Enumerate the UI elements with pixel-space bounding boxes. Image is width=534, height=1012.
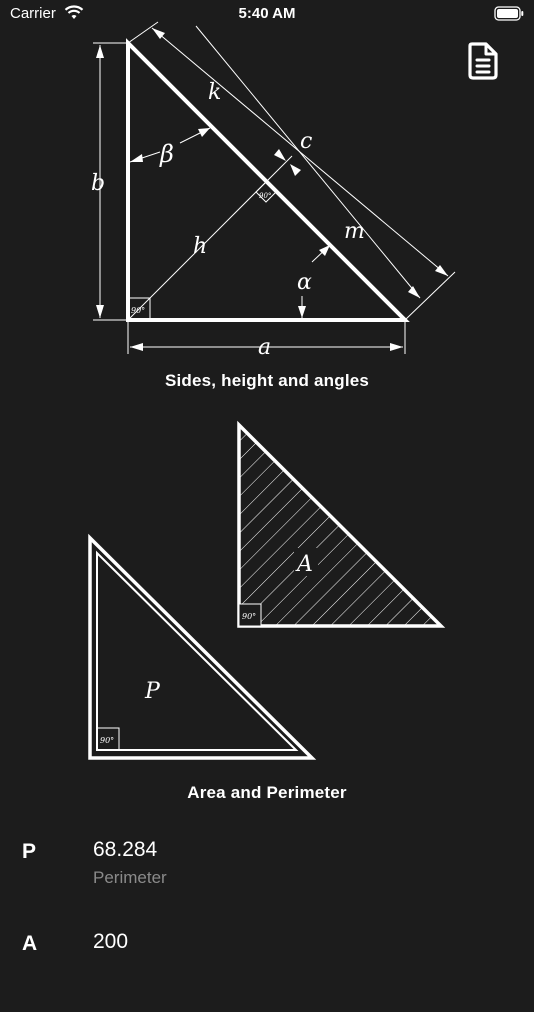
label-alpha: α [297, 270, 312, 295]
sides-height-angles-diagram: 90° 90° b β k c h m α a [91, 21, 456, 360]
label-h: h [193, 234, 207, 259]
label-perimeter: P [144, 679, 161, 704]
label-c: c [300, 129, 312, 154]
svg-text:90°: 90° [259, 192, 271, 200]
caption-sides: Sides, height and angles [164, 371, 370, 390]
label-area: A [295, 552, 313, 577]
area-perimeter-diagram: 90° A 90° P [88, 420, 446, 760]
result-row-perimeter[interactable]: P 68.284 Perimeter [0, 838, 534, 920]
result-symbol: A [22, 932, 38, 955]
label-b: b [91, 171, 105, 196]
battery-icon [494, 6, 524, 21]
result-label: Perimeter [93, 868, 167, 887]
label-beta: β [159, 140, 174, 168]
label-a: a [258, 335, 271, 360]
label-k: k [208, 80, 221, 105]
result-value: 68.284 [93, 838, 158, 861]
result-row-area[interactable]: A 200 [0, 930, 534, 1012]
caption-area-perimeter: Area and Perimeter [187, 783, 347, 802]
area-triangle [237, 420, 446, 628]
result-value: 200 [93, 930, 129, 953]
svg-text:90°: 90° [242, 612, 256, 621]
label-m: m [344, 219, 365, 244]
result-symbol: P [22, 840, 37, 863]
svg-text:90°: 90° [100, 736, 114, 745]
